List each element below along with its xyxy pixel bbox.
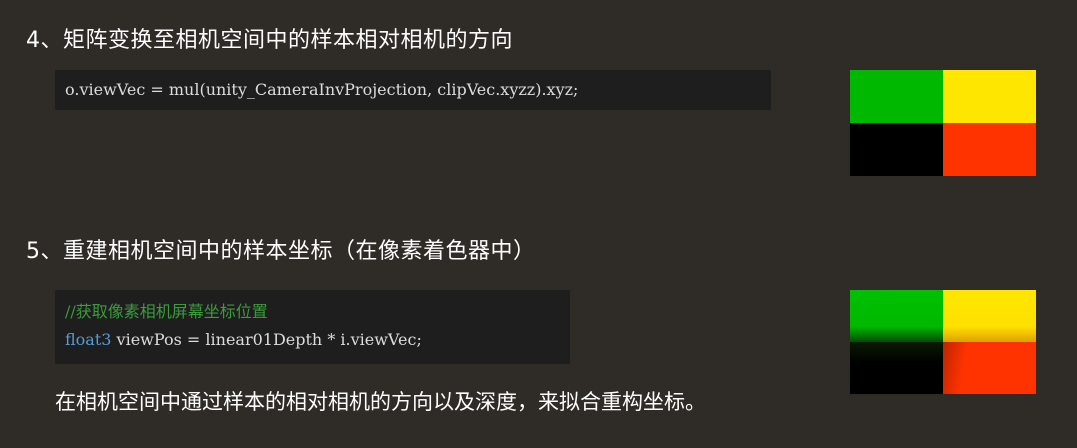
quad-top-left [850,70,943,123]
section-4-heading: 4、矩阵变换至相机空间中的样本相对相机的方向 [26,28,513,53]
quad-bottom-left [850,123,943,176]
code-line: o.viewVec = mul(unity_CameraInvProjectio… [65,80,579,99]
view-direction-image [850,70,1036,176]
code-keyword: float3 [65,330,112,349]
code-block-view-vec: o.viewVec = mul(unity_CameraInvProjectio… [55,70,771,110]
quad-bottom-right [943,342,1036,394]
view-position-image [850,290,1036,394]
quad-top-right [943,70,1036,123]
quad-bottom-right [943,123,1036,176]
code-statement: viewPos = linear01Depth * i.viewVec; [111,330,422,349]
quad-bottom-left [850,342,943,394]
section-5-heading: 5、重建相机空间中的样本坐标（在像素着色器中） [26,239,536,264]
code-block-view-pos: //获取像素相机屏幕坐标位置 float3 viewPos = linear01… [55,290,570,364]
quad-top-left [850,290,943,342]
quad-top-right [943,290,1036,342]
code-comment: //获取像素相机屏幕坐标位置 [65,302,268,321]
footer-text: 在相机空间中通过样本的相对相机的方向以及深度，来拟合重构坐标。 [55,390,706,414]
code-line: float3 viewPos = linear01Depth * i.viewV… [65,326,560,354]
